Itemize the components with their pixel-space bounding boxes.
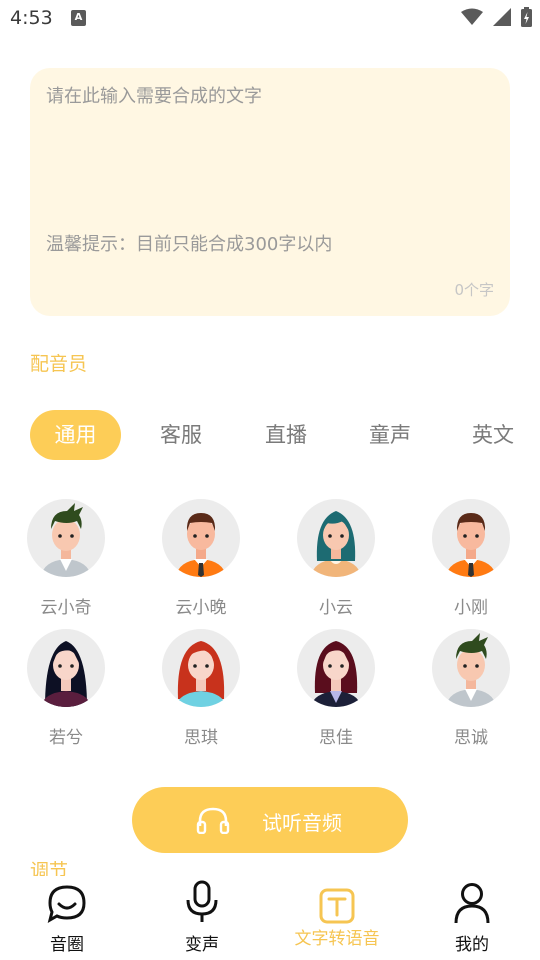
speaker-name: 小刚 <box>454 598 488 618</box>
man-green-hair-icon <box>27 499 105 577</box>
status-icons <box>461 7 532 27</box>
microphone-icon <box>186 880 218 922</box>
headphones-icon <box>196 807 230 834</box>
speaker-name: 小云 <box>319 598 353 618</box>
notification-badge-icon: A <box>71 10 86 26</box>
text-input[interactable] <box>46 84 486 254</box>
woman-black-hair-icon <box>27 629 105 707</box>
speaker-card[interactable]: 小云 <box>286 499 386 618</box>
text-box-icon <box>319 888 355 924</box>
bottom-nav: 音圈 变声 文字转语音 我的 <box>0 876 540 960</box>
speaker-card[interactable]: 思琪 <box>151 629 251 748</box>
battery-charging-icon <box>521 7 532 27</box>
nav-label: 音圈 <box>50 935 84 955</box>
preview-audio-label: 试听音频 <box>262 811 342 835</box>
input-hint: 温馨提示：目前只能合成300字以内 <box>46 234 333 255</box>
speaker-name: 云小奇 <box>40 598 92 618</box>
tab-general[interactable]: 通用 <box>30 410 121 460</box>
person-icon <box>454 883 490 924</box>
nav-item-profile[interactable]: 我的 <box>412 876 532 955</box>
speaker-card[interactable]: 思佳 <box>286 629 386 748</box>
woman-red-hair-icon <box>162 629 240 707</box>
woman-maroon-hair-icon <box>297 629 375 707</box>
nav-label: 我的 <box>455 935 489 955</box>
man-orange-shirt-icon <box>162 499 240 577</box>
voice-section-title: 配音员 <box>30 353 88 375</box>
nav-item-text-to-speech[interactable]: 文字转语音 <box>277 876 397 949</box>
nav-item-voice-changer[interactable]: 变声 <box>142 876 262 955</box>
status-time: 4:53 <box>10 7 53 29</box>
nav-label: 变声 <box>185 935 219 955</box>
speaker-name: 思琪 <box>184 728 218 748</box>
man-orange-shirt-icon <box>432 499 510 577</box>
chat-bubble-icon <box>47 885 86 924</box>
speaker-name: 若兮 <box>49 728 83 748</box>
speaker-card[interactable]: 云小晚 <box>151 499 251 618</box>
status-bar: 4:53 A <box>0 0 540 38</box>
preview-audio-button[interactable]: 试听音频 <box>132 787 408 853</box>
nav-label: 文字转语音 <box>294 929 380 949</box>
tab-english[interactable]: 英文 <box>470 410 516 460</box>
cell-signal-icon <box>493 8 511 26</box>
speaker-card[interactable]: 思诚 <box>421 629 521 748</box>
nav-item-voice-circle[interactable]: 音圈 <box>7 876 127 955</box>
tts-screen: 4:53 A 温馨提示：目前只能合成300字以内 0个字 配音员 通用 客服 直… <box>0 0 540 960</box>
wifi-icon <box>461 8 483 25</box>
speaker-card[interactable]: 云小奇 <box>16 499 116 618</box>
speaker-name: 思佳 <box>319 728 353 748</box>
speaker-name: 云小晚 <box>175 598 227 618</box>
char-count: 0个字 <box>454 281 494 299</box>
speaker-card[interactable]: 若兮 <box>16 629 116 748</box>
voice-category-tabs: 通用 客服 直播 童声 英文 <box>30 410 540 460</box>
tab-live-stream[interactable]: 直播 <box>263 410 309 460</box>
speaker-card[interactable]: 小刚 <box>421 499 521 618</box>
tab-child-voice[interactable]: 童声 <box>367 410 413 460</box>
man-green-hair-icon <box>432 629 510 707</box>
speaker-name: 思诚 <box>454 728 488 748</box>
tab-customer-service[interactable]: 客服 <box>158 410 204 460</box>
text-input-panel: 温馨提示：目前只能合成300字以内 0个字 <box>30 68 510 316</box>
woman-teal-hair-icon <box>297 499 375 577</box>
